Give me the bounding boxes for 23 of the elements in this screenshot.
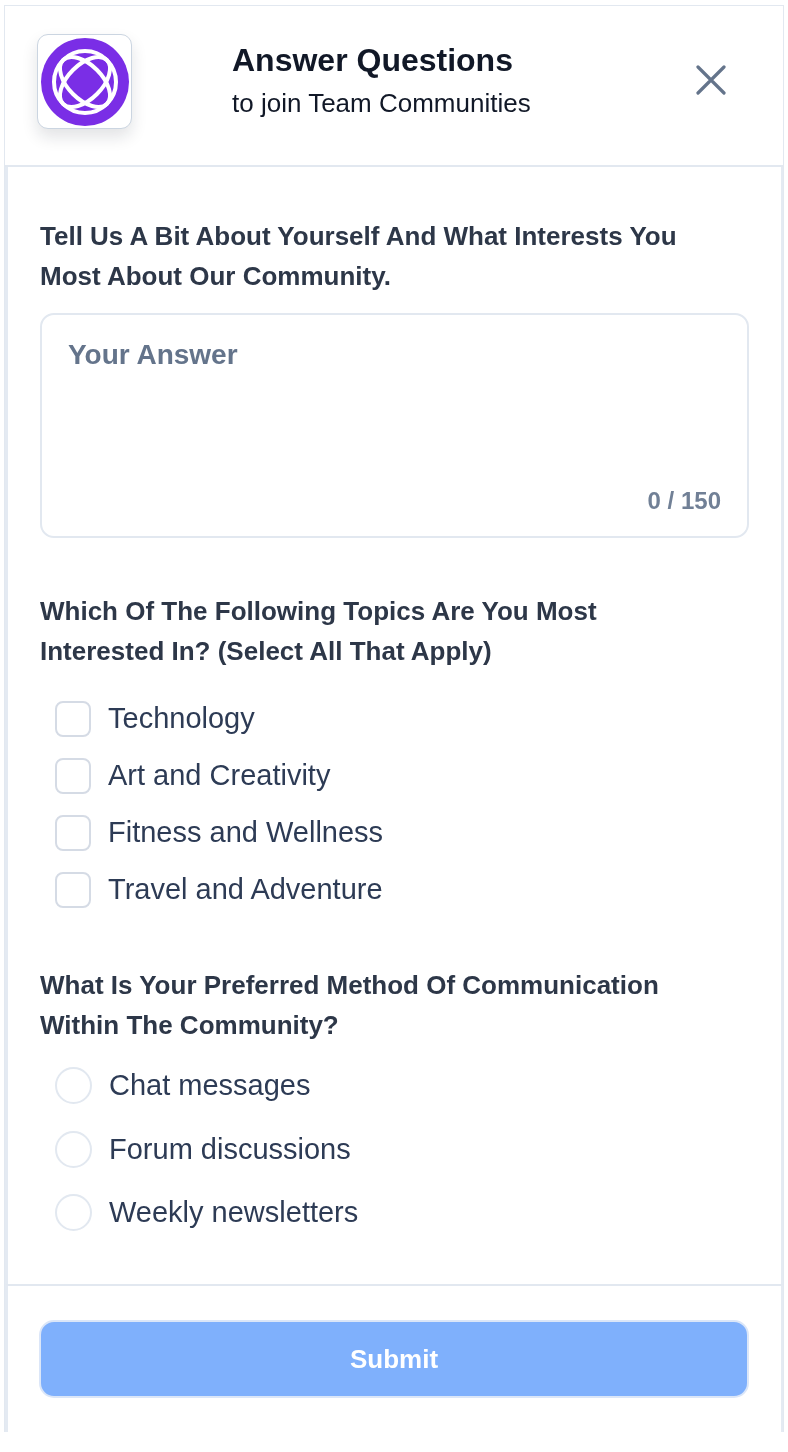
close-icon: [696, 64, 726, 95]
option-label[interactable]: Fitness and Wellness: [108, 815, 384, 850]
option-label[interactable]: Forum discussions: [109, 1131, 351, 1167]
radio-button[interactable]: [55, 1130, 92, 1168]
question-text: Tell Us A Bit About Yourself And What Interests You Most About Our Community.: [40, 220, 678, 293]
checkbox[interactable]: [55, 871, 91, 908]
option-label[interactable]: Art and Creativity: [108, 758, 331, 793]
option-label[interactable]: Technology: [108, 701, 255, 736]
checkbox[interactable]: [55, 814, 91, 851]
radio-button[interactable]: [55, 1194, 92, 1232]
dialog-subtitle: to join Team Communities: [232, 86, 532, 119]
option-label[interactable]: Weekly newsletters: [109, 1195, 359, 1231]
character-counter: 0 / 150: [647, 486, 721, 516]
question-text: Which Of The Following Topics Are You Most Interested In? (Select All That Apply): [40, 595, 598, 668]
checkbox[interactable]: [55, 700, 91, 737]
checkbox[interactable]: [55, 757, 91, 794]
question-text: What Is Your Preferred Method Of Communication Within The Community?: [40, 969, 660, 1042]
dialog-title: Answer Questions: [232, 40, 514, 79]
logo-icon: [37, 34, 132, 129]
close-button[interactable]: [695, 63, 727, 96]
option-label[interactable]: Travel and Adventure: [108, 872, 383, 907]
option-label[interactable]: Chat messages: [109, 1068, 311, 1104]
radio-button[interactable]: [55, 1067, 92, 1105]
